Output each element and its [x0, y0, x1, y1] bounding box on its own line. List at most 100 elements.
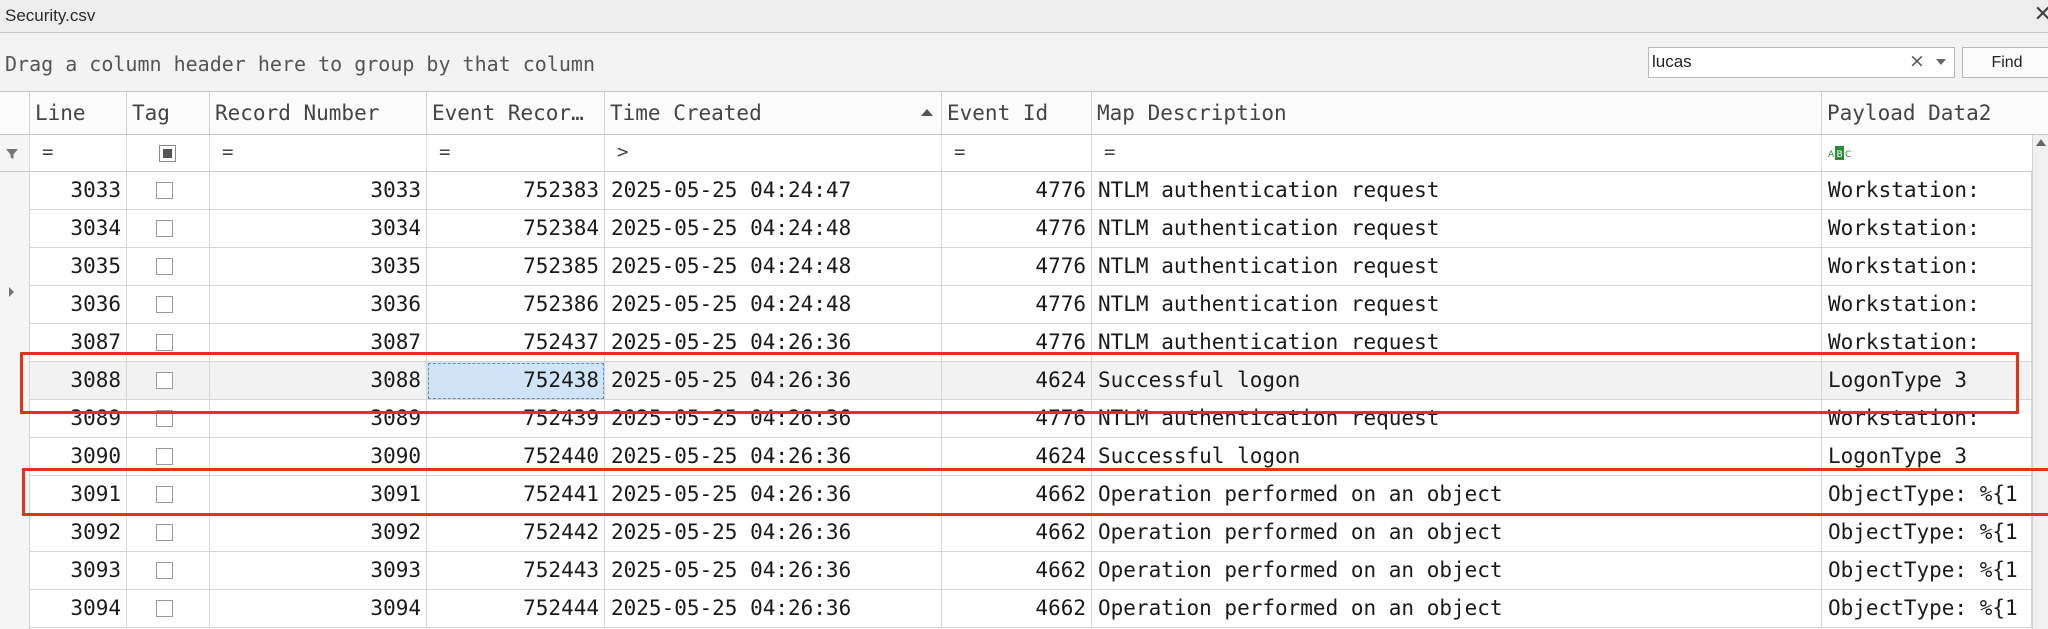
table-row[interactable]: 3036 3036 752386 2025-05-25 04:24:48 4776 NTL… [30, 286, 2032, 324]
cell-record-number[interactable]: 3092 [210, 514, 427, 552]
cell-record-number[interactable]: 3034 [210, 210, 427, 248]
cell-time-created[interactable]: 2025-05-25 04:24:48 [605, 286, 942, 324]
cell-tag[interactable] [127, 400, 210, 438]
column-header-line[interactable]: Line [30, 92, 127, 135]
cell-line[interactable]: 3092 [30, 514, 127, 552]
cell-event-record[interactable]: 752437 [427, 324, 605, 362]
table-row[interactable]: 3094 3094 752444 2025-05-25 04:26:36 4662 Ope… [30, 590, 2032, 628]
cell-event-id[interactable]: 4776 [942, 172, 1092, 210]
cell-record-number[interactable]: 3035 [210, 248, 427, 286]
cell-event-record[interactable]: 752383 [427, 172, 605, 210]
cell-time-created[interactable]: 2025-05-25 04:24:48 [605, 248, 942, 286]
cell-payload-data2[interactable]: Workstation: [1822, 286, 2032, 324]
filter-record-number[interactable]: = [210, 135, 427, 172]
cell-line[interactable]: 3036 [30, 286, 127, 324]
filter-line[interactable]: = [30, 135, 127, 172]
table-row[interactable]: 3089 3089 752439 2025-05-25 04:26:36 4776 NTL… [30, 400, 2032, 438]
cell-record-number[interactable]: 3087 [210, 324, 427, 362]
cell-time-created[interactable]: 2025-05-25 04:26:36 [605, 552, 942, 590]
cell-event-record[interactable]: 752384 [427, 210, 605, 248]
cell-map-description[interactable]: NTLM authentication request [1092, 248, 1822, 286]
cell-payload-data2[interactable]: LogonType 3 [1822, 438, 2032, 476]
vertical-scrollbar[interactable] [2032, 135, 2048, 629]
tag-checkbox[interactable] [156, 600, 173, 617]
cell-time-created[interactable]: 2025-05-25 04:26:36 [605, 590, 942, 628]
cell-event-id[interactable]: 4624 [942, 362, 1092, 400]
cell-event-id[interactable]: 4776 [942, 286, 1092, 324]
cell-event-record[interactable]: 752438 [427, 362, 605, 400]
filter-event-record[interactable]: = [427, 135, 605, 172]
close-icon[interactable]: ✕ [2034, 2, 2048, 27]
cell-map-description[interactable]: Successful logon [1092, 438, 1822, 476]
cell-event-record[interactable]: 752441 [427, 476, 605, 514]
cell-time-created[interactable]: 2025-05-25 04:26:36 [605, 400, 942, 438]
cell-payload-data2[interactable]: Workstation: [1822, 210, 2032, 248]
filter-tag-checkbox[interactable] [159, 145, 176, 162]
cell-map-description[interactable]: Operation performed on an object [1092, 476, 1822, 514]
group-by-panel[interactable]: Drag a column header here to group by th… [0, 33, 2048, 92]
cell-tag[interactable] [127, 210, 210, 248]
table-row[interactable]: 3035 3035 752385 2025-05-25 04:24:48 4776 NTL… [30, 248, 2032, 286]
tag-checkbox[interactable] [156, 524, 173, 541]
cell-record-number[interactable]: 3036 [210, 286, 427, 324]
cell-tag[interactable] [127, 590, 210, 628]
tag-checkbox[interactable] [156, 448, 173, 465]
table-row[interactable]: 3090 3090 752440 2025-05-25 04:26:36 4624 Suc… [30, 438, 2032, 476]
clear-search-icon[interactable]: × [1909, 50, 1925, 72]
tag-checkbox[interactable] [156, 220, 173, 237]
cell-line[interactable]: 3035 [30, 248, 127, 286]
cell-record-number[interactable]: 3093 [210, 552, 427, 590]
filter-map-description[interactable]: = [1092, 135, 1822, 172]
tag-checkbox[interactable] [156, 410, 173, 427]
cell-event-id[interactable]: 4776 [942, 210, 1092, 248]
tag-checkbox[interactable] [156, 334, 173, 351]
cell-event-record[interactable]: 752385 [427, 248, 605, 286]
column-header-event-record[interactable]: Event Recor… [427, 92, 605, 135]
cell-map-description[interactable]: Operation performed on an object [1092, 514, 1822, 552]
cell-line[interactable]: 3089 [30, 400, 127, 438]
cell-event-id[interactable]: 4662 [942, 476, 1092, 514]
cell-record-number[interactable]: 3089 [210, 400, 427, 438]
cell-line[interactable]: 3090 [30, 438, 127, 476]
cell-event-id[interactable]: 4662 [942, 552, 1092, 590]
cell-payload-data2[interactable]: Workstation: [1822, 400, 2032, 438]
cell-event-id[interactable]: 4662 [942, 514, 1092, 552]
tag-checkbox[interactable] [156, 258, 173, 275]
cell-event-id[interactable]: 4776 [942, 248, 1092, 286]
cell-payload-data2[interactable]: ObjectType: %{1 [1822, 552, 2032, 590]
table-row[interactable]: 3093 3093 752443 2025-05-25 04:26:36 4662 Ope… [30, 552, 2032, 590]
cell-map-description[interactable]: Successful logon [1092, 362, 1822, 400]
cell-line[interactable]: 3093 [30, 552, 127, 590]
cell-tag[interactable] [127, 172, 210, 210]
cell-line[interactable]: 3091 [30, 476, 127, 514]
cell-line[interactable]: 3088 [30, 362, 127, 400]
column-header-time-created[interactable]: Time Created [605, 92, 942, 135]
cell-tag[interactable] [127, 438, 210, 476]
cell-time-created[interactable]: 2025-05-25 04:26:36 [605, 514, 942, 552]
cell-event-id[interactable]: 4776 [942, 324, 1092, 362]
cell-payload-data2[interactable]: ObjectType: %{1 [1822, 514, 2032, 552]
table-row[interactable]: 3034 3034 752384 2025-05-25 04:24:48 4776 NTL… [30, 210, 2032, 248]
cell-tag[interactable] [127, 476, 210, 514]
cell-event-record[interactable]: 752442 [427, 514, 605, 552]
column-header-tag[interactable]: Tag [127, 92, 210, 135]
cell-map-description[interactable]: NTLM authentication request [1092, 210, 1822, 248]
tag-checkbox[interactable] [156, 296, 173, 313]
cell-line[interactable]: 3087 [30, 324, 127, 362]
tag-checkbox[interactable] [156, 182, 173, 199]
tag-checkbox[interactable] [156, 372, 173, 389]
cell-tag[interactable] [127, 552, 210, 590]
cell-record-number[interactable]: 3090 [210, 438, 427, 476]
cell-payload-data2[interactable]: LogonType 3 [1822, 362, 2032, 400]
cell-event-record[interactable]: 752386 [427, 286, 605, 324]
tag-checkbox[interactable] [156, 562, 173, 579]
cell-record-number[interactable]: 3033 [210, 172, 427, 210]
column-header-map-description[interactable]: Map Description [1092, 92, 1822, 135]
column-header-payload-data2[interactable]: Payload Data2 [1822, 92, 2032, 135]
column-header-record-number[interactable]: Record Number [210, 92, 427, 135]
search-history-dropdown-icon[interactable] [1936, 59, 1946, 65]
cell-map-description[interactable]: NTLM authentication request [1092, 286, 1822, 324]
cell-tag[interactable] [127, 514, 210, 552]
cell-payload-data2[interactable]: Workstation: [1822, 248, 2032, 286]
cell-payload-data2[interactable]: Workstation: [1822, 324, 2032, 362]
